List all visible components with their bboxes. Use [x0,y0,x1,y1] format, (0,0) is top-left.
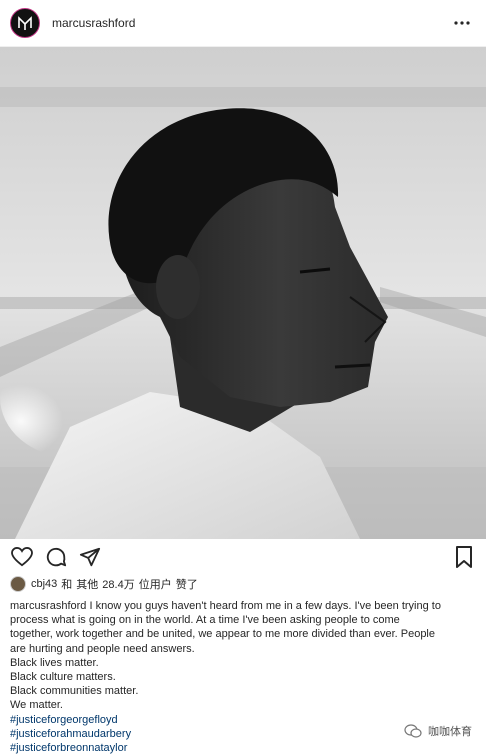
more-dots-icon[interactable] [450,11,474,35]
wechat-icon [404,724,422,738]
hashtag-link[interactable]: #justiceforgeorgefloyd [10,713,472,727]
liked-by-liked: 赞了 [175,579,198,591]
bookmark-icon[interactable] [452,545,476,569]
heart-icon[interactable] [10,545,34,569]
caption-line: Black lives matter. [10,656,99,669]
caption-line: Black communities matter. [10,685,139,698]
post-header: marcusrashford [0,0,486,47]
caption-line: process what is going on in the world. A… [10,614,400,627]
caption-line: are hurting and people need answers. [10,642,195,655]
caption-line: We matter. [10,699,63,712]
share-icon[interactable] [78,545,102,569]
hashtag-link[interactable]: #justiceforbreonnataylor [10,741,472,755]
post-caption: marcusrashford I know you guys haven't h… [10,599,472,755]
caption-line: together, work together and be united, w… [10,628,435,641]
post-username[interactable]: marcusrashford [52,16,450,30]
liked-by-row: cbj43 和 其他 28.4万 位用户 赞了 [10,574,202,594]
comment-icon[interactable] [44,545,68,569]
liked-by-count[interactable]: 28.4万 [102,576,134,592]
liker-avatar[interactable] [10,576,26,592]
liked-by-and: 和 [61,579,73,591]
watermark-text: 咖咖体育 [428,726,472,738]
profile-avatar[interactable] [10,8,40,38]
post-photo[interactable] [0,47,486,539]
liked-by-others[interactable]: 其他 [76,576,98,592]
post-actions [0,539,486,575]
caption-line: Black culture matters. [10,671,116,684]
liked-by-users-suffix: 位用户 [138,579,172,591]
hashtag-link[interactable]: #justiceforahmaudarbery [10,727,472,741]
caption-line: marcusrashford I know you guys haven't h… [10,600,441,612]
mr-logo-icon [18,16,32,30]
liker-username[interactable]: cbj43 [31,578,57,590]
watermark: 咖咖体育 [404,723,472,739]
